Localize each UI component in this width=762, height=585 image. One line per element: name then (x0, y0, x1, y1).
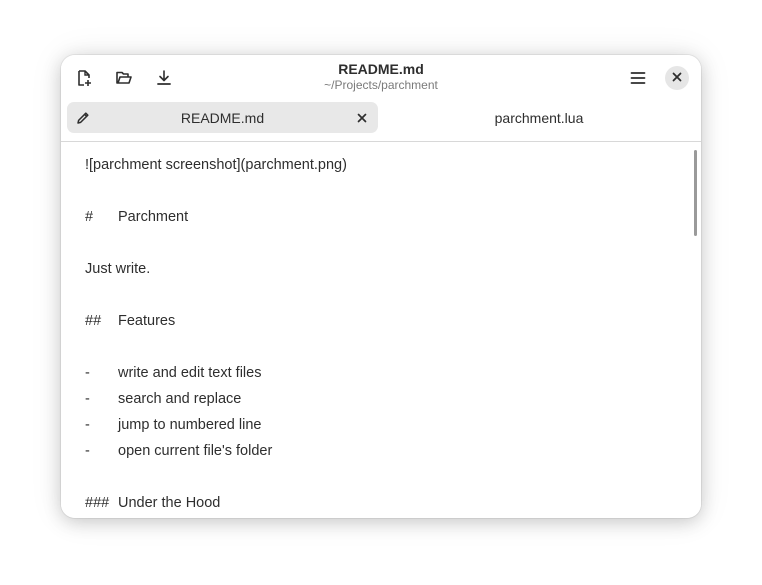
line-marker: - (85, 443, 90, 459)
line-text: jump to numbered line (118, 417, 262, 433)
open-folder-icon (115, 69, 133, 87)
editor-window: README.md ~/Projects/parchment README.md… (61, 55, 701, 518)
line-marker: ### (85, 495, 110, 511)
tab-close-button[interactable] (354, 110, 370, 126)
tab-label: README.md (180, 109, 265, 126)
editor-line: ### Under the Hood (85, 490, 220, 516)
pencil-icon (75, 110, 91, 126)
title-block: README.md ~/Projects/parchment (221, 61, 541, 93)
line-text: Just write. (85, 261, 151, 277)
header-bar: README.md ~/Projects/parchment (61, 55, 701, 101)
line-marker: - (85, 365, 90, 381)
editor-line: Just write. (85, 256, 150, 282)
hamburger-menu-icon (629, 69, 647, 87)
tab-parchment-lua[interactable]: parchment.lua (384, 102, 694, 133)
editor-line: - open current file's folder (85, 438, 272, 464)
line-text: Features (118, 313, 176, 329)
line-text: write and edit text files (118, 365, 262, 381)
tab-label: parchment.lua (494, 109, 584, 126)
window-close-button[interactable] (665, 66, 689, 90)
new-file-icon (75, 69, 93, 87)
save-button[interactable] (149, 63, 179, 93)
editor-line: # Parchment (85, 204, 188, 230)
line-text: Parchment (118, 209, 189, 225)
open-file-button[interactable] (109, 63, 139, 93)
window-subtitle: ~/Projects/parchment (324, 78, 438, 92)
editor-line: - jump to numbered line (85, 412, 261, 438)
new-file-button[interactable] (69, 63, 99, 93)
close-icon (672, 69, 682, 87)
editor-line: - write and edit text files (85, 360, 261, 386)
editor-line: ## Features (85, 308, 175, 334)
tab-bar: README.md parchment.lua (61, 101, 701, 142)
editor-line: - search and replace (85, 386, 241, 412)
vertical-scrollbar[interactable] (694, 150, 697, 236)
save-download-icon (155, 69, 173, 87)
line-marker: ## (85, 313, 102, 329)
line-marker: - (85, 391, 90, 407)
line-text: Under the Hood (118, 495, 221, 511)
line-marker: # (85, 209, 94, 225)
text-editor[interactable]: ![parchment screenshot](parchment.png) #… (61, 142, 701, 518)
line-marker: - (85, 417, 90, 433)
close-icon (357, 113, 367, 123)
tab-readme[interactable]: README.md (67, 102, 378, 133)
window-title: README.md (338, 61, 424, 77)
line-text: open current file's folder (118, 443, 273, 459)
main-menu-button[interactable] (623, 63, 653, 93)
line-text: search and replace (118, 391, 242, 407)
editor-line: ![parchment screenshot](parchment.png) (85, 152, 347, 178)
line-text: ![parchment screenshot](parchment.png) (85, 157, 347, 173)
